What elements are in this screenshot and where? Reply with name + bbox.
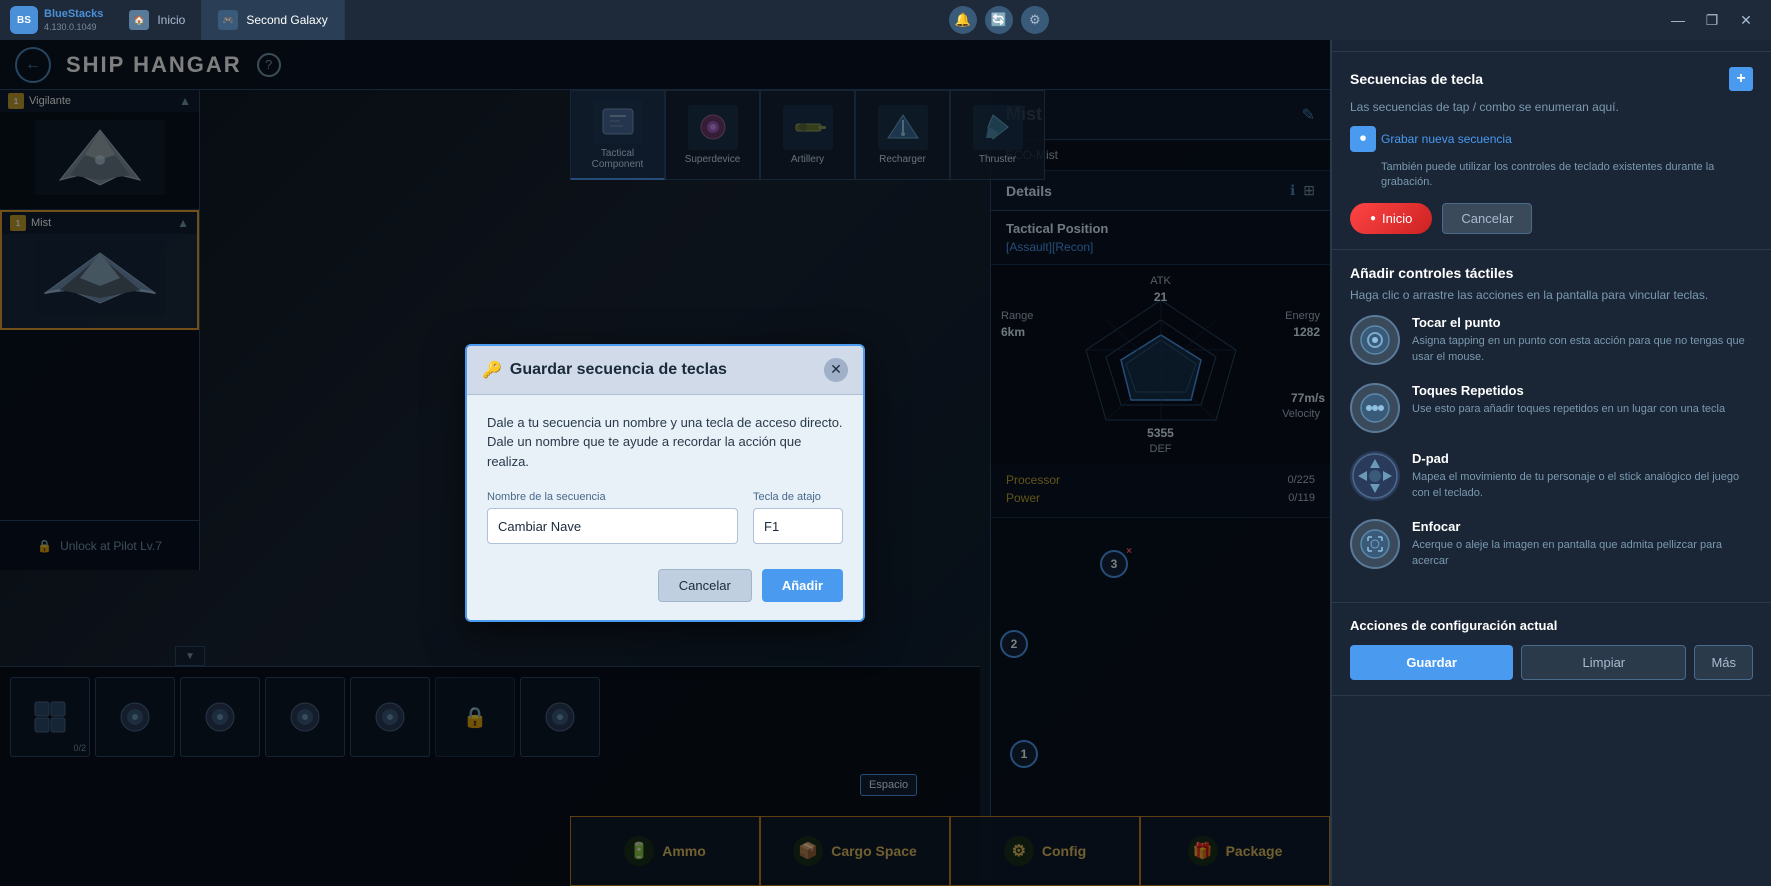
record-link[interactable]: ⏺ Grabar nueva secuencia bbox=[1350, 126, 1753, 152]
window-controls: — ❐ ✕ bbox=[1663, 7, 1771, 33]
shortcut-key-input[interactable] bbox=[753, 508, 843, 544]
minimize-button[interactable]: — bbox=[1663, 7, 1693, 33]
update-icon[interactable]: 🔄 bbox=[985, 6, 1013, 34]
focus-visual bbox=[1350, 519, 1400, 569]
actions-title: Acciones de configuración actual bbox=[1350, 618, 1753, 633]
repeated-taps-info: Toques Repetidos Use esto para añadir to… bbox=[1412, 383, 1753, 417]
field-name-label: Nombre de la secuencia bbox=[487, 491, 738, 503]
bluestacks-icon: BS bbox=[10, 6, 38, 34]
tap-point-info: Tocar el punto Asigna tapping en un punt… bbox=[1412, 315, 1753, 365]
recording-desc: También puede utilizar los controles de … bbox=[1381, 160, 1753, 191]
tap-point-name: Tocar el punto bbox=[1412, 315, 1753, 330]
tap-point-desc: Asigna tapping en un punto con esta acci… bbox=[1412, 334, 1753, 365]
mas-button[interactable]: Más bbox=[1694, 645, 1753, 680]
inicio-icon: 🏠 bbox=[129, 10, 149, 30]
recording-buttons: Inicio Cancelar bbox=[1350, 203, 1753, 234]
dpad-info: D-pad Mapea el movimiento de tu personaj… bbox=[1412, 451, 1753, 501]
game-icon: 🎮 bbox=[218, 10, 238, 30]
inicio-button[interactable]: Inicio bbox=[1350, 203, 1432, 234]
key-sequences-section: Secuencias de tecla + Las secuencias de … bbox=[1332, 52, 1771, 250]
dpad-desc: Mapea el movimiento de tu personaje o el… bbox=[1412, 470, 1753, 501]
app-name: BlueStacks bbox=[44, 8, 103, 21]
tap-point-visual bbox=[1350, 315, 1400, 365]
tab-second-galaxy[interactable]: 🎮 Second Galaxy bbox=[202, 0, 344, 40]
actions-section: Acciones de configuración actual Guardar… bbox=[1332, 603, 1771, 696]
modal-overlay: 🔑 Guardar secuencia de teclas ✕ Dale a t… bbox=[0, 40, 1330, 886]
tactile-title: Añadir controles táctiles bbox=[1350, 265, 1753, 281]
repeated-taps-item: Toques Repetidos Use esto para añadir to… bbox=[1350, 383, 1753, 433]
modal-actions: Cancelar Añadir bbox=[487, 564, 843, 602]
bluestacks-logo: BS BlueStacks 4.130.0.1049 bbox=[0, 6, 113, 34]
maximize-button[interactable]: ❐ bbox=[1697, 7, 1727, 33]
tap-point-item: Tocar el punto Asigna tapping en un punt… bbox=[1350, 315, 1753, 365]
modal-description: Dale a tu secuencia un nombre y una tecl… bbox=[487, 413, 843, 472]
tactile-desc: Haga clic o arrastre las acciones en la … bbox=[1350, 287, 1753, 304]
app-version: 4.130.0.1049 bbox=[44, 22, 103, 32]
settings-icon[interactable]: ⚙ bbox=[1021, 6, 1049, 34]
field-key-label: Tecla de atajo bbox=[753, 491, 843, 503]
dpad-item: D-pad Mapea el movimiento de tu personaj… bbox=[1350, 451, 1753, 501]
modal-title-bar: 🔑 Guardar secuencia de teclas ✕ bbox=[467, 346, 863, 395]
add-sequence-button[interactable]: + bbox=[1729, 67, 1753, 91]
modal-title-text: Guardar secuencia de teclas bbox=[510, 361, 727, 379]
repeated-taps-name: Toques Repetidos bbox=[1412, 383, 1753, 398]
save-sequence-modal: 🔑 Guardar secuencia de teclas ✕ Dale a t… bbox=[465, 344, 865, 623]
focus-info: Enfocar Acerque o aleje la imagen en pan… bbox=[1412, 519, 1753, 569]
game-area: ← SHIP HANGAR ? 1 Vigilante ▲ bbox=[0, 40, 1330, 886]
dpad-name: D-pad bbox=[1412, 451, 1753, 466]
notification-icon[interactable]: 🔔 bbox=[949, 6, 977, 34]
key-sequences-desc: Las secuencias de tap / combo se enumera… bbox=[1350, 99, 1753, 116]
tab-inicio[interactable]: 🏠 Inicio bbox=[113, 0, 202, 40]
modal-title-icon: 🔑 bbox=[482, 360, 502, 380]
focus-name: Enfocar bbox=[1412, 519, 1753, 534]
sequence-name-input[interactable] bbox=[487, 508, 738, 544]
cancelar-button[interactable]: Cancelar bbox=[1442, 203, 1532, 234]
limpiar-button[interactable]: Limpiar bbox=[1521, 645, 1686, 680]
field-group-name: Nombre de la secuencia bbox=[487, 491, 738, 544]
controls-panel: Controles de juego avanzados ✕ Secuencia… bbox=[1330, 0, 1771, 886]
key-sequences-title: Secuencias de tecla + bbox=[1350, 67, 1753, 91]
modal-body: Dale a tu secuencia un nombre y una tecl… bbox=[467, 395, 863, 621]
modal-close-button[interactable]: ✕ bbox=[824, 358, 848, 382]
close-button[interactable]: ✕ bbox=[1731, 7, 1761, 33]
tactile-section: Añadir controles táctiles Haga clic o ar… bbox=[1332, 250, 1771, 604]
repeated-taps-desc: Use esto para añadir toques repetidos en… bbox=[1412, 402, 1753, 417]
dpad-visual bbox=[1350, 451, 1400, 501]
action-buttons: Guardar Limpiar Más bbox=[1350, 645, 1753, 680]
modal-add-button[interactable]: Añadir bbox=[762, 569, 843, 602]
focus-item: Enfocar Acerque o aleje la imagen en pan… bbox=[1350, 519, 1753, 569]
titlebar-icons: 🔔 🔄 ⚙ bbox=[949, 6, 1049, 34]
modal-title: 🔑 Guardar secuencia de teclas bbox=[482, 360, 727, 380]
guardar-button[interactable]: Guardar bbox=[1350, 645, 1513, 680]
modal-cancel-button[interactable]: Cancelar bbox=[658, 569, 752, 602]
focus-desc: Acerque o aleje la imagen en pantalla qu… bbox=[1412, 538, 1753, 569]
modal-fields: Nombre de la secuencia Tecla de atajo bbox=[487, 491, 843, 544]
repeated-taps-visual bbox=[1350, 383, 1400, 433]
field-group-key: Tecla de atajo bbox=[753, 491, 843, 544]
record-icon: ⏺ bbox=[1350, 126, 1376, 152]
title-bar: BS BlueStacks 4.130.0.1049 🏠 Inicio 🎮 Se… bbox=[0, 0, 1771, 40]
